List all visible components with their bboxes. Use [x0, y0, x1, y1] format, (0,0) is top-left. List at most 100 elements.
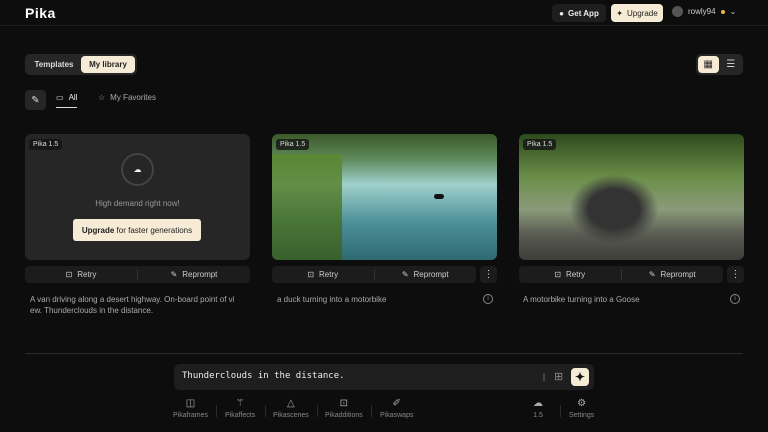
upgrade-generations-button[interactable]: Upgrade for faster generations [73, 219, 201, 241]
more-options-icon[interactable]: ⋮ [727, 266, 744, 283]
duck-image [434, 194, 444, 199]
frames-icon: ◫ [185, 398, 196, 409]
card-actions: ⊡ Retry ✎ Reprompt [272, 266, 476, 283]
grid-view-icon[interactable]: ▦ [698, 56, 719, 73]
sliders-icon: ⚙ [577, 398, 587, 409]
video-card-motorbike[interactable]: Pika 1.5 [519, 134, 744, 260]
status-text: High demand right now! [95, 199, 180, 208]
reprompt-button[interactable]: ✎ Reprompt [622, 266, 724, 283]
get-app-button[interactable]: ● Get App [552, 4, 606, 22]
sparkle-icon: ✦ [616, 8, 623, 18]
tool-pikadditions[interactable]: ⊡ Pikadditions [325, 398, 363, 419]
edit-icon: ✎ [401, 270, 409, 279]
reprompt-label: Reprompt [660, 270, 696, 279]
add-frame-icon: ⊡ [339, 398, 349, 409]
retry-icon: ⊡ [65, 270, 73, 279]
settings-button[interactable]: ⚙ Settings [569, 398, 594, 419]
tool-label: Pikaffects [225, 412, 256, 419]
library-switch: Templates My library [25, 54, 137, 75]
upgrade-bold: Upgrade [81, 225, 115, 235]
get-app-label: Get App [568, 8, 599, 18]
tab-templates[interactable]: Templates [27, 56, 81, 73]
edit-button[interactable]: ✎ [25, 90, 46, 110]
star-icon: ☆ [98, 93, 106, 102]
separator [317, 405, 318, 417]
view-toggle: ▦ ☰ [696, 54, 743, 75]
swap-brush-icon: ✐ [392, 398, 401, 409]
separator [216, 405, 217, 417]
status-dot [720, 9, 725, 14]
model-badge: Pika 1.5 [29, 139, 63, 150]
retry-label: Retry [319, 270, 339, 279]
separator [560, 405, 561, 417]
upgrade-rest: for faster generations [114, 225, 193, 235]
filter-favorites[interactable]: ☆ My Favorites [98, 93, 156, 102]
shapes-icon: △ [287, 398, 295, 409]
divider [25, 353, 743, 354]
tool-pikaffects[interactable]: ⚚ Pikaffects [225, 398, 255, 419]
card-caption: a duck turning into a motorbike [277, 295, 387, 304]
tool-label: Pikaswaps [380, 412, 414, 419]
chevron-down-icon: ⌄ [729, 7, 737, 16]
logo[interactable]: Pika [25, 5, 56, 21]
tool-pikaframes[interactable]: ◫ Pikaframes [173, 398, 208, 419]
reprompt-label: Reprompt [182, 270, 218, 279]
username: rowly94 [688, 7, 716, 16]
generate-button[interactable]: ✦ [571, 368, 589, 386]
user-menu[interactable]: rowly94 ⌄ [672, 6, 736, 17]
reprompt-button[interactable]: ✎ Reprompt [375, 266, 477, 283]
video-card-duck[interactable]: Pika 1.5 [272, 134, 497, 260]
apple-icon: ● [559, 8, 565, 18]
separator [371, 405, 372, 417]
prompt-input[interactable]: Thunderclouds in the distance. ⊞ ✦ [174, 364, 594, 390]
cloud-icon: ☁ [121, 153, 154, 186]
list-view-icon[interactable]: ☰ [721, 56, 742, 73]
tool-label: Pikascenes [273, 412, 309, 419]
info-icon[interactable]: i [483, 294, 493, 304]
motorbike-image [569, 174, 659, 244]
retry-button[interactable]: ⊡ Retry [519, 266, 621, 283]
card-caption: A van driving along a desert highway. On… [30, 295, 235, 315]
tool-label: Pikaframes [173, 412, 209, 419]
prompt-text[interactable]: Thunderclouds in the distance. [182, 371, 345, 381]
avatar [672, 6, 683, 17]
card-caption: A motorbike turning into a Goose [523, 295, 640, 304]
retry-button[interactable]: ⊡ Retry [25, 266, 137, 283]
reprompt-button[interactable]: ✎ Reprompt [138, 266, 250, 283]
tab-my-library[interactable]: My library [81, 56, 135, 73]
model-badge: Pika 1.5 [523, 139, 557, 150]
model-label: 1.5 [533, 412, 543, 419]
model-badge: Pika 1.5 [276, 139, 310, 150]
cloud-icon: ☁ [533, 398, 543, 409]
card-actions: ⊡ Retry ✎ Reprompt [25, 266, 250, 283]
magic-wand-icon: ⚚ [235, 398, 245, 409]
image-upload-icon[interactable]: ⊞ [554, 370, 563, 383]
resize-handle[interactable] [543, 373, 545, 381]
reeds-image [272, 154, 342, 260]
video-card-pending: Pika 1.5 ☁ High demand right now! Upgrad… [25, 134, 250, 260]
model-selector[interactable]: ☁ 1.5 [533, 398, 543, 419]
upgrade-label: Upgrade [627, 8, 658, 18]
info-icon[interactable]: i [730, 294, 740, 304]
more-options-icon[interactable]: ⋮ [480, 266, 497, 283]
filter-favorites-label: My Favorites [110, 93, 156, 102]
card-actions: ⊡ Retry ✎ Reprompt [519, 266, 723, 283]
retry-button[interactable]: ⊡ Retry [272, 266, 374, 283]
edit-icon: ✎ [648, 270, 656, 279]
folder-icon: ▭ [56, 93, 64, 102]
settings-label: Settings [569, 412, 595, 419]
separator [265, 405, 266, 417]
tool-pikascenes[interactable]: △ Pikascenes [273, 398, 309, 419]
pencil-icon: ✎ [31, 94, 40, 106]
retry-icon: ⊡ [307, 270, 315, 279]
retry-icon: ⊡ [554, 270, 562, 279]
retry-label: Retry [77, 270, 97, 279]
edit-icon: ✎ [170, 270, 178, 279]
filter-all-label: All [68, 93, 78, 102]
upgrade-button[interactable]: ✦ Upgrade [611, 4, 663, 22]
tool-pikaswaps[interactable]: ✐ Pikaswaps [380, 398, 413, 419]
tool-label: Pikadditions [325, 412, 363, 419]
filter-all[interactable]: ▭ All [56, 93, 78, 108]
retry-label: Retry [566, 270, 586, 279]
reprompt-label: Reprompt [413, 270, 449, 279]
